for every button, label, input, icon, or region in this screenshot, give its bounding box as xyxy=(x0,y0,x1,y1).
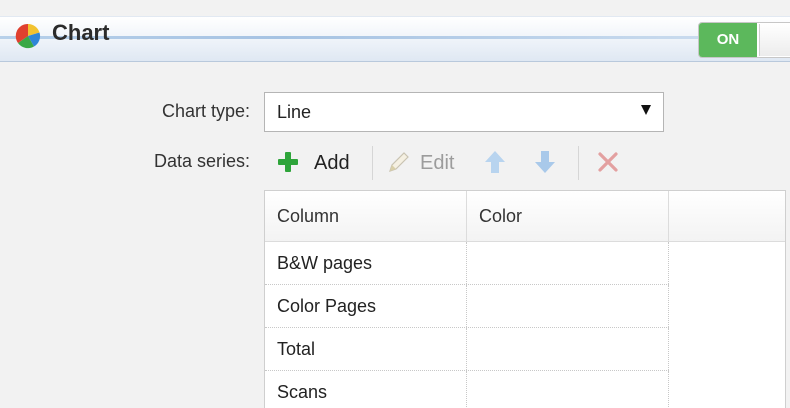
toolbar-separator xyxy=(578,146,579,180)
chart-type-select[interactable]: Line xyxy=(264,92,664,132)
panel-header: Chart ON xyxy=(0,0,790,66)
chart-type-label: Chart type: xyxy=(161,101,250,121)
table-row[interactable]: B&W pages xyxy=(265,242,669,285)
column-cell[interactable]: Scans xyxy=(265,371,467,408)
color-cell[interactable] xyxy=(467,285,669,327)
chart-type-value: Line xyxy=(277,102,312,122)
dropdown-arrow-icon[interactable] xyxy=(641,105,651,115)
color-cell[interactable] xyxy=(467,242,669,284)
toggle-on-label: ON xyxy=(699,23,757,57)
table-header: Column Color xyxy=(265,191,785,242)
pencil-icon xyxy=(389,152,409,172)
chart-pie-icon xyxy=(15,23,41,49)
move-down-button[interactable] xyxy=(532,144,562,180)
arrow-down-icon xyxy=(535,151,555,173)
column-header[interactable]: Column xyxy=(265,191,467,241)
data-series-table: Column Color B&W pages Color Pages Total… xyxy=(264,190,786,408)
header-filler xyxy=(669,191,785,241)
toolbar-separator xyxy=(372,146,373,180)
plus-icon xyxy=(278,152,298,172)
panel-title: Chart xyxy=(52,20,110,45)
arrow-up-icon xyxy=(485,151,505,173)
table-row[interactable]: Total xyxy=(265,328,669,371)
move-up-button[interactable] xyxy=(482,144,512,180)
color-cell[interactable] xyxy=(467,328,669,370)
column-cell[interactable]: Total xyxy=(265,328,467,370)
table-row[interactable]: Color Pages xyxy=(265,285,669,328)
header-band xyxy=(0,16,790,62)
delete-x-icon xyxy=(598,152,618,172)
add-label: Add xyxy=(314,152,350,174)
edit-button[interactable]: Edit xyxy=(386,144,472,180)
column-cell[interactable]: Color Pages xyxy=(265,285,467,327)
color-cell[interactable] xyxy=(467,371,669,408)
delete-button[interactable] xyxy=(592,144,622,180)
data-series-label: Data series: xyxy=(153,151,250,171)
table-row[interactable]: Scans xyxy=(265,371,669,408)
column-cell[interactable]: B&W pages xyxy=(265,242,467,284)
toggle-knob[interactable] xyxy=(759,24,790,56)
chart-settings-panel: Chart ON Chart type: Line Data series: A… xyxy=(0,0,790,408)
data-series-toolbar: Add Edit xyxy=(268,140,688,184)
color-header[interactable]: Color xyxy=(467,191,669,241)
on-off-toggle[interactable]: ON xyxy=(698,22,790,58)
add-button[interactable]: Add xyxy=(268,144,364,180)
edit-label: Edit xyxy=(420,152,455,174)
